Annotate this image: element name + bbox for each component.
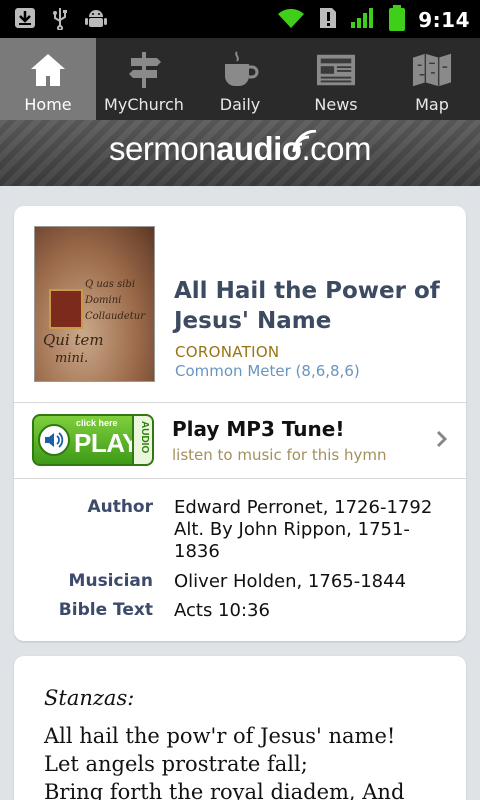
tab-map[interactable]: Map (384, 38, 480, 120)
play-text: PLAY (74, 428, 139, 458)
musician-label: Musician (68, 571, 153, 591)
author-label: Author (87, 497, 153, 517)
sermonaudio-logo: sermonaudio.com (108, 130, 372, 167)
play-title: Play MP3 Tune! (172, 417, 345, 441)
speaker-icon (38, 424, 70, 456)
tab-daily[interactable]: Daily (192, 38, 288, 120)
coffee-cup-icon (220, 48, 260, 92)
alert-icon (318, 6, 338, 34)
hymn-header: Q uas sibi Domini Collaudetur Qui tem mi… (14, 206, 466, 402)
hymn-card: Q uas sibi Domini Collaudetur Qui tem mi… (14, 206, 466, 641)
play-subtitle: listen to music for this hymn (172, 446, 387, 464)
hymn-info: Author Edward Perronet, 1726-1792 Alt. B… (14, 478, 466, 622)
stanzas-heading: Stanzas: (44, 686, 135, 710)
android-debug-icon (84, 6, 108, 34)
play-audio-button[interactable]: click here PLAY AUDIO (32, 414, 154, 466)
stanza-line: Bring forth the royal diadem, And (44, 780, 405, 800)
tab-label: Daily (219, 95, 261, 114)
chevron-right-icon (436, 430, 448, 452)
clock: 9:14 (418, 8, 470, 32)
tab-bar: Home MyChurch Daily News Map (0, 38, 480, 120)
brand-header: sermonaudio.com (0, 120, 480, 186)
author-row: Author Edward Perronet, 1726-1792 Alt. B… (14, 497, 466, 563)
status-bar: 9:14 (0, 0, 480, 38)
tab-label: MyChurch (104, 95, 184, 114)
map-icon (412, 48, 452, 92)
click-here-text: click here (76, 418, 118, 428)
stanza-text: All hail the pow'r of Jesus' name! Let a… (44, 722, 404, 800)
play-mp3-row[interactable]: click here PLAY AUDIO Play MP3 Tune! lis… (14, 402, 466, 478)
author-value: Edward Perronet, 1726-1792 Alt. By John … (174, 497, 433, 562)
newspaper-icon (316, 48, 356, 92)
bible-text-row: Bible Text Acts 10:36 (14, 600, 466, 622)
tab-label: Map (415, 95, 449, 114)
home-icon (28, 48, 68, 92)
tab-home[interactable]: Home (0, 38, 96, 120)
download-icon (14, 7, 36, 33)
wifi-icon (276, 6, 306, 34)
usb-icon (50, 6, 70, 34)
bible-text-value: Acts 10:36 (174, 600, 270, 621)
bible-text-label: Bible Text (58, 600, 153, 620)
tab-news[interactable]: News (288, 38, 384, 120)
musician-row: Musician Oliver Holden, 1765-1844 (14, 571, 466, 593)
hymn-manuscript-image: Q uas sibi Domini Collaudetur Qui tem mi… (34, 226, 155, 382)
tab-mychurch[interactable]: MyChurch (96, 38, 192, 120)
hymn-tune: CORONATION (175, 343, 280, 361)
stanzas-card: Stanzas: All hail the pow'r of Jesus' na… (14, 656, 466, 800)
stanza-line: All hail the pow'r of Jesus' name! (44, 724, 396, 748)
tab-label: News (314, 95, 358, 114)
signal-icon (350, 6, 376, 34)
sound-waves-icon (292, 130, 317, 153)
musician-value: Oliver Holden, 1765-1844 (174, 571, 407, 592)
battery-icon (388, 4, 406, 36)
tab-label: Home (24, 95, 72, 114)
stanza-line: Let angels prostrate fall; (44, 752, 308, 776)
hymn-title: All Hail the Power of Jesus' Name (174, 278, 440, 334)
audio-text: AUDIO (139, 421, 150, 454)
hymn-meter: Common Meter (8,6,8,6) (175, 362, 360, 380)
signpost-icon (124, 48, 164, 92)
